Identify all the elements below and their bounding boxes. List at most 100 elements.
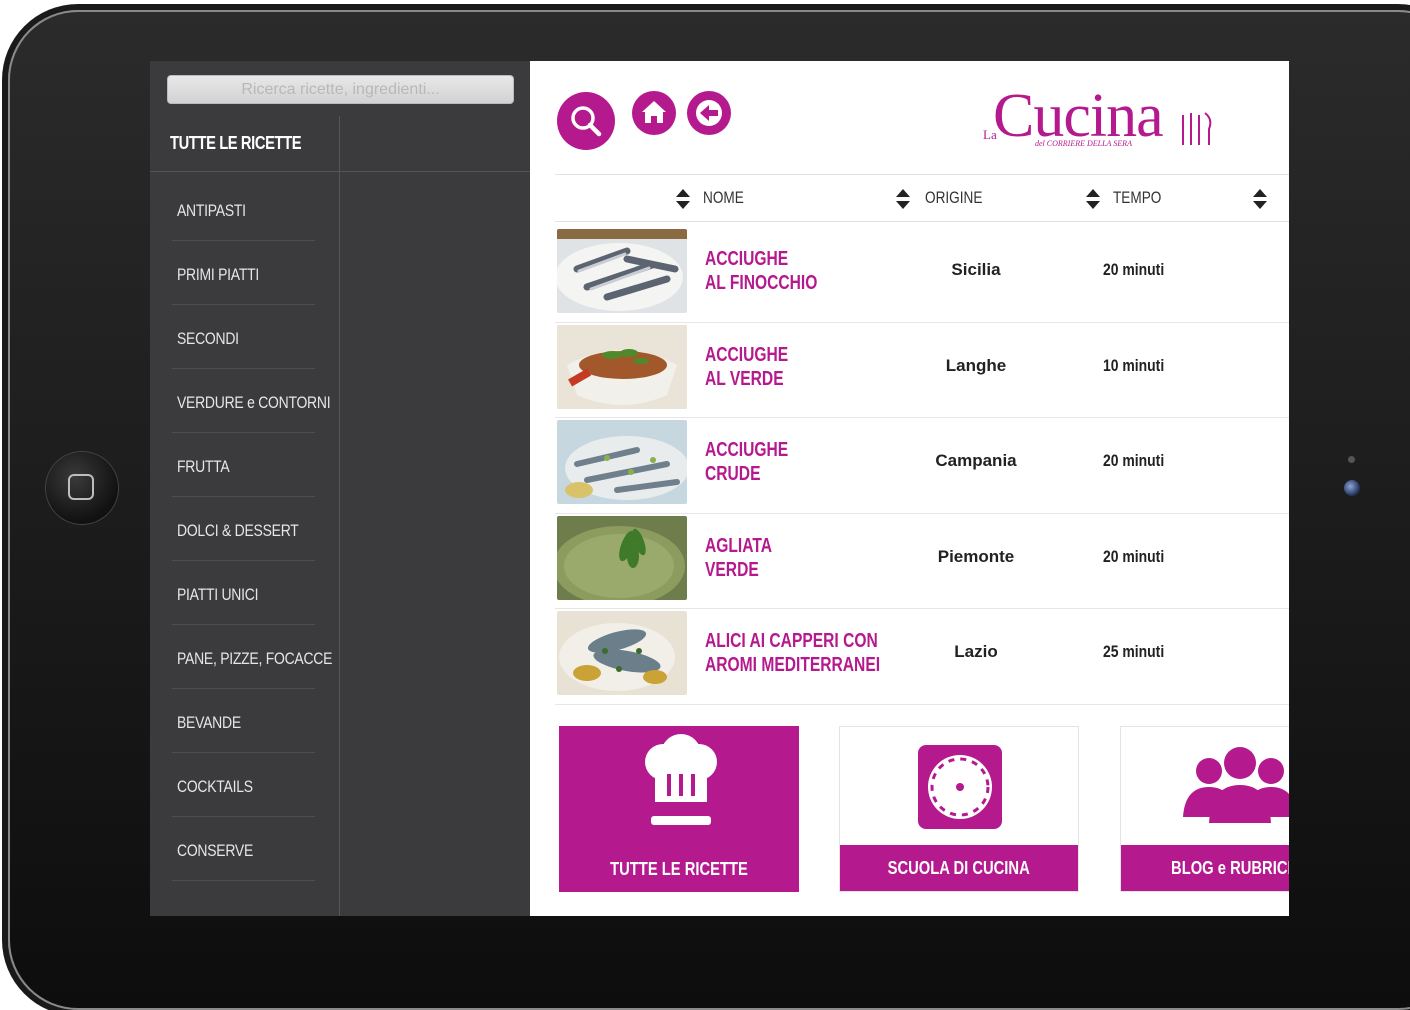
tablet-home-button[interactable] [46,452,118,524]
divider [172,688,315,689]
recipe-origin: Lazio [954,642,998,661]
home-button[interactable] [632,91,676,135]
recipe-name[interactable]: AGLIATA VERDE [705,534,861,582]
recipe-name-line: AL FINOCCHIO [705,272,818,294]
column-header-origin[interactable]: ORIGINE [925,188,982,208]
feature-tiles: TUTTE LE RICETTE SCUOLA DI CUCINA BLOG e… [555,721,1289,916]
sort-icon[interactable] [1085,187,1101,211]
recipe-thumbnail [557,229,687,313]
sidebar-item-label: COCKTAILS [177,777,253,796]
sidebar-item-dolci-dessert[interactable]: DOLCI & DESSERT [150,499,339,563]
sidebar-item-label: PRIMI PIATTI [177,265,259,284]
recipe-thumbnail [557,611,687,695]
home-icon [642,101,666,123]
recipe-time: 20 minuti [1103,451,1165,470]
recipe-origin: Campania [935,451,1017,470]
sidebar-item-cocktails[interactable]: COCKTAILS [150,755,339,819]
app-screen: TUTTE LE RICETTE ANTIPASTI PRIMI PIATTI … [150,61,1289,916]
recipe-time: 25 minuti [1103,642,1165,661]
tile-label-text: BLOG e RUBRICHE [1171,858,1289,878]
sidebar-item-pane-pizze-focacce[interactable]: PANE, PIZZE, FOCACCE [150,627,339,691]
recipe-name[interactable]: ACCIUGHE AL FINOCCHIO [705,247,861,295]
recipe-name-line: ACCIUGHE [705,343,789,366]
logo-subtitle: del CORRIERE DELLA SERA [1035,139,1132,148]
sidebar-item-piatti-unici[interactable]: PIATTI UNICI [150,563,339,627]
sidebar-item-label: VERDURE e CONTORNI [177,393,331,412]
table-row[interactable]: ACCIUGHE AL VERDE Langhe 10 minuti [555,323,1289,418]
sidebar-item-label: BEVANDE [177,713,241,732]
search-bar [150,61,530,116]
column-header-name[interactable]: NOME [703,188,744,208]
tile-label: SCUOLA DI CUCINA [840,845,1078,891]
divider [172,816,315,817]
search-input[interactable] [167,75,514,104]
recipe-name-line: AL VERDE [705,367,784,390]
recipe-time: 20 minuti [1103,260,1165,279]
tile-label-text: SCUOLA DI CUCINA [887,858,1031,878]
table-row[interactable]: ALICI AI CAPPERI CON AROMI MEDITERRANEI L… [555,609,1289,705]
sidebar-item-verdure-contorni[interactable]: VERDURE e CONTORNI [150,371,339,435]
divider [172,304,315,305]
sort-icon[interactable] [1252,187,1268,211]
back-button[interactable] [687,91,731,135]
divider [172,624,315,625]
divider [172,432,315,433]
divider [172,368,315,369]
sidebar: TUTTE LE RICETTE ANTIPASTI PRIMI PIATTI … [150,61,530,916]
chef-hat-icon [645,734,717,825]
recipe-origin: Piemonte [937,546,1015,566]
square-icon [68,474,94,500]
recipe-name-line: CRUDE [705,463,761,485]
sidebar-item-antipasti[interactable]: ANTIPASTI [150,179,339,243]
sidebar-item-label: PANE, PIZZE, FOCACCE [177,649,333,668]
recipe-name[interactable]: ACCIUGHE CRUDE [705,438,861,486]
sidebar-item-all-recipes[interactable]: TUTTE LE RICETTE [170,133,302,154]
sidebar-item-label: FRUTTA [177,457,230,476]
recipe-thumbnail [557,420,687,504]
tile-cooking-school[interactable]: SCUOLA DI CUCINA [839,726,1079,892]
recipe-name[interactable]: ALICI AI CAPPERI CON AROMI MEDITERRANEI [705,629,881,677]
table-header: NOME ORIGINE TEMPO [555,174,1289,222]
cutlery-icon [1182,112,1212,145]
sensor-dot [1348,456,1355,463]
camera-lens [1344,480,1360,496]
tile-blog[interactable]: BLOG e RUBRICHE [1120,726,1289,892]
table-row[interactable]: AGLIATA VERDE Piemonte 20 minuti [555,514,1289,609]
sidebar-item-primi-piatti[interactable]: PRIMI PIATTI [150,243,339,307]
people-icon [1183,747,1289,823]
sidebar-item-bevande[interactable]: BEVANDE [150,691,339,755]
column-header-time[interactable]: TEMPO [1113,188,1161,208]
recipe-name-line: ALICI AI CAPPERI CON [705,630,878,652]
recipe-name[interactable]: ACCIUGHE AL VERDE [705,343,861,391]
recipe-name-line: ACCIUGHE [705,248,789,270]
divider [172,560,315,561]
main-content: La Cucina del CORRIERE DELLA SERA NOME O… [530,61,1289,916]
recipe-origin: Langhe [945,355,1007,375]
recipe-name-line: AROMI MEDITERRANEI [705,654,881,676]
recipe-origin: Sicilia [951,260,1001,279]
recipe-table: ACCIUGHE AL FINOCCHIO Sicilia 20 minuti A… [555,227,1289,705]
back-arrow-icon [696,100,722,126]
sort-icon[interactable] [895,187,911,211]
tile-all-recipes[interactable]: TUTTE LE RICETTE [559,726,799,892]
recipe-thumbnail [557,515,687,600]
table-row[interactable]: ACCIUGHE CRUDE Campania 20 minuti [555,418,1289,514]
divider [339,116,340,916]
table-row[interactable]: ACCIUGHE AL FINOCCHIO Sicilia 20 minuti [555,227,1289,323]
recipe-time: 10 minuti [1103,355,1165,375]
sidebar-item-secondi[interactable]: SECONDI [150,307,339,371]
search-icon [571,106,602,137]
divider [172,880,315,881]
recipe-name-line: AGLIATA [705,534,773,557]
search-button[interactable] [557,92,615,150]
sidebar-item-frutta[interactable]: FRUTTA [150,435,339,499]
sidebar-item-conserve[interactable]: CONSERVE [150,819,339,883]
divider [150,171,530,172]
sidebar-item-label: SECONDI [177,329,239,348]
tile-label: BLOG e RUBRICHE [1121,845,1289,891]
recipe-thumbnail [557,324,687,409]
brand-logo: La Cucina del CORRIERE DELLA SERA [975,81,1275,161]
sort-icon[interactable] [675,187,691,211]
recipe-time: 20 minuti [1103,546,1165,566]
divider [172,496,315,497]
